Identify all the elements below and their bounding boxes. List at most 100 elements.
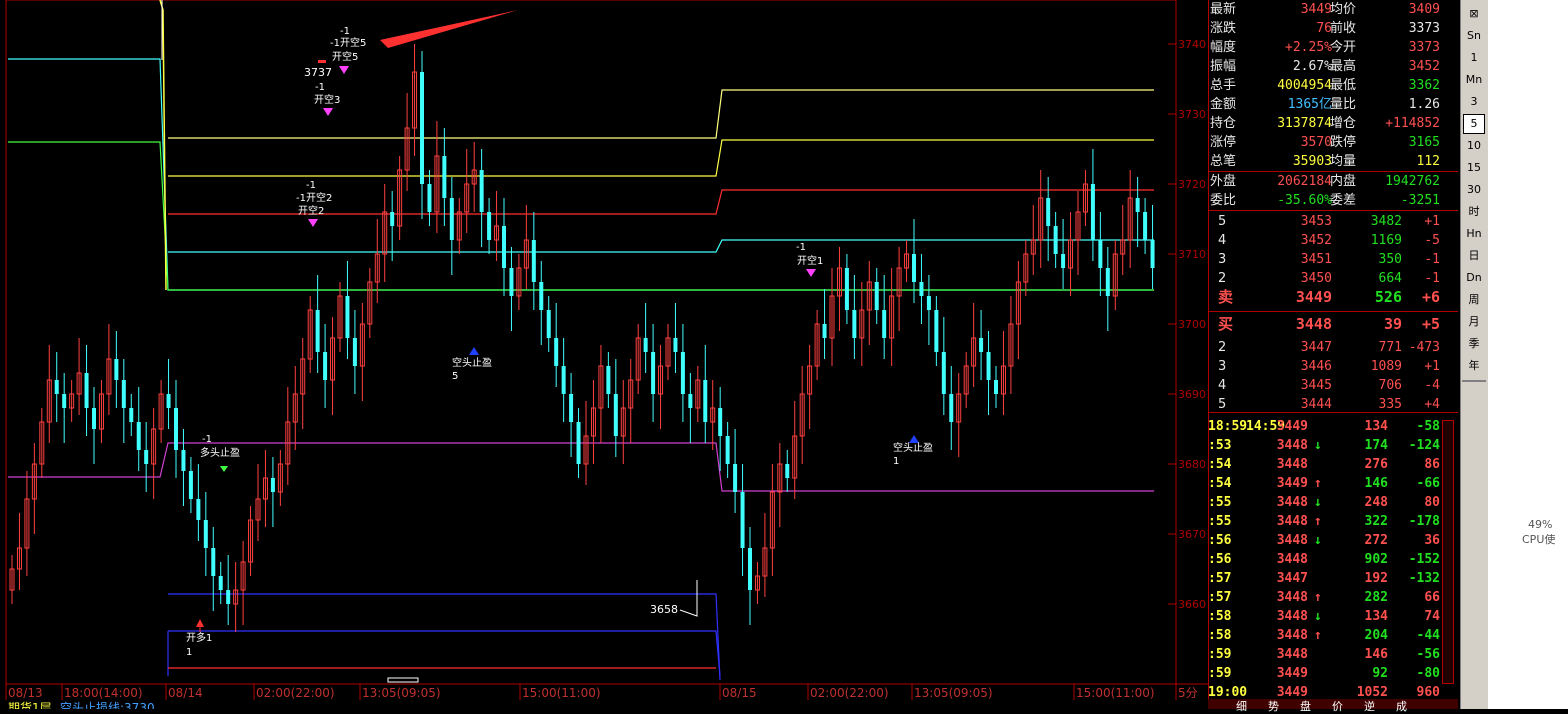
candle-body-down [651, 352, 656, 394]
tick-volume: 272 [1364, 533, 1388, 548]
tick-price: 3448 [1276, 628, 1308, 643]
candle-body-down [1098, 240, 1103, 268]
period-button[interactable]: 季 [1463, 334, 1485, 354]
price-label: 3730 [1178, 108, 1206, 121]
period-button[interactable]: 30 [1463, 180, 1485, 200]
candle-body-down [844, 268, 849, 310]
quote-panel: 最新 3449 均价 3409 涨跌 76 前收 3373 幅度 +2.25% 今开 3373 振幅 2.… [1208, 0, 1458, 713]
quote-label: 持仓 [1210, 116, 1237, 131]
buy-level: 2 [1218, 340, 1227, 355]
tick-open-change: -178 [1408, 514, 1440, 529]
sell-price: 3449 [1295, 288, 1332, 306]
candle-body-down [994, 380, 998, 394]
candle-body-down [315, 310, 320, 352]
candle-body-down [554, 338, 559, 366]
quote-label: 今开 [1330, 40, 1357, 55]
ann-short1-triangle [806, 269, 816, 277]
kline-chart[interactable]: 3740 3730 3720 3710 3700 3690 3680 3670 3660 08/1… [0, 0, 1208, 714]
price-label: 3680 [1178, 458, 1206, 471]
buy-delta: +1 [1424, 359, 1440, 374]
time-label: 02:00(22:00) [256, 686, 335, 700]
ann-short5-triangle [339, 66, 349, 74]
quote-divider [1208, 210, 1458, 211]
period-button[interactable]: 周 [1463, 290, 1485, 310]
sell-price: 3451 [1300, 252, 1332, 267]
tick-time: :58 [1208, 628, 1232, 643]
period-button[interactable]: 10 [1463, 136, 1485, 156]
tick-volume: 192 [1364, 571, 1388, 586]
desktop-area: 49% CPU使 [1488, 0, 1568, 709]
candle-body-down [1046, 198, 1051, 226]
period-button[interactable]: 时 [1463, 202, 1485, 222]
bottom-tab[interactable]: 势 [1268, 698, 1279, 714]
tick-row: :58 3448 ↓ 134 74 [1208, 607, 1458, 626]
time-label: 13:05(09:05) [362, 686, 441, 700]
price-label: 3720 [1178, 178, 1206, 191]
period-button[interactable]: 日 [1463, 246, 1485, 266]
quote-value: 3362 [1408, 78, 1440, 93]
candle-body-down [539, 282, 544, 310]
period-button[interactable]: Sn [1463, 26, 1485, 46]
ann-short5-marker [318, 60, 326, 63]
tick-open-change: -152 [1408, 552, 1440, 567]
tick-volume: 204 [1364, 628, 1388, 643]
bottom-tab[interactable]: 价 [1332, 698, 1343, 714]
period-button[interactable]: 5 [1463, 114, 1485, 134]
tick-row: :54 3448 276 86 [1208, 455, 1458, 474]
candle-body-down [986, 352, 991, 380]
period-button[interactable]: 1 [1463, 48, 1485, 68]
ann-longstop-minus: -1 [202, 434, 212, 445]
tick-time: :58 [1208, 609, 1232, 624]
tick-time: :55 [1208, 514, 1232, 529]
candle-body-down [1061, 254, 1066, 268]
sell-price: 3453 [1300, 214, 1332, 229]
tick-volume: 146 [1364, 476, 1388, 491]
quote-label: 最低 [1330, 78, 1357, 93]
candle-body-down [748, 548, 752, 590]
quote-value: 3137874 [1277, 116, 1332, 131]
tick-price: 3448 [1276, 457, 1308, 472]
tick-volume: 322 [1364, 514, 1388, 529]
tick-scrollbar[interactable] [1442, 420, 1454, 684]
tick-price: 3448 [1276, 552, 1308, 567]
period-button[interactable]: 月 [1463, 312, 1485, 332]
quote-label: 跌停 [1330, 135, 1357, 150]
quote-label: 委比 [1210, 193, 1237, 208]
bottom-tab[interactable]: 成 [1396, 698, 1407, 714]
candle-body-down [270, 478, 275, 492]
candle-body-down [196, 499, 201, 520]
ann-high: 3737 [304, 66, 332, 79]
buy-price: 3447 [1300, 340, 1332, 355]
bottom-tab[interactable]: 逆 [1364, 698, 1375, 714]
period-button[interactable]: 3 [1463, 92, 1485, 112]
bottom-tab[interactable]: 细 [1236, 698, 1247, 714]
quote-label: 均量 [1330, 154, 1357, 169]
candle-body-down [576, 422, 581, 464]
ann-shortstop2-label: 空头止盈 [893, 441, 933, 454]
quote-row: 涨跌 76 前收 3373 [1208, 19, 1458, 38]
period-button[interactable]: Hn [1463, 224, 1485, 244]
sell-row: 5 3453 3482 +1 [1208, 212, 1458, 231]
sell-delta: -1 [1424, 271, 1440, 286]
quote-value: 2062184 [1277, 174, 1332, 189]
tick-open-change: 36 [1424, 533, 1440, 548]
candle-body-down [487, 212, 492, 240]
period-button[interactable]: Mn [1463, 70, 1485, 90]
tick-time: :55 [1208, 495, 1232, 510]
period-button[interactable]: 年 [1463, 356, 1485, 376]
tick-price: 3448 [1276, 590, 1308, 605]
period-button[interactable]: 15 [1463, 158, 1485, 178]
candle-body-down [785, 464, 790, 478]
tick-time: :53 [1208, 438, 1232, 453]
quote-label: 涨停 [1210, 135, 1237, 150]
tick-volume: 248 [1364, 495, 1388, 510]
period-button[interactable]: Dn [1463, 268, 1485, 288]
tick-row: :56 3448 ↓ 272 36 [1208, 531, 1458, 550]
tick-row: :55 3448 ↓ 248 80 [1208, 493, 1458, 512]
bottom-tab[interactable]: 盘 [1300, 698, 1311, 714]
candle-body-down [166, 394, 171, 408]
kline-svg[interactable]: 3740 3730 3720 3710 3700 3690 3680 3670 3660 08/1… [0, 0, 1208, 714]
chart-icon[interactable]: ⊠ [1463, 4, 1485, 24]
quote-value: 4004954 [1277, 78, 1332, 93]
quote-row: 持仓 3137874 增仓 +114852 [1208, 114, 1458, 133]
